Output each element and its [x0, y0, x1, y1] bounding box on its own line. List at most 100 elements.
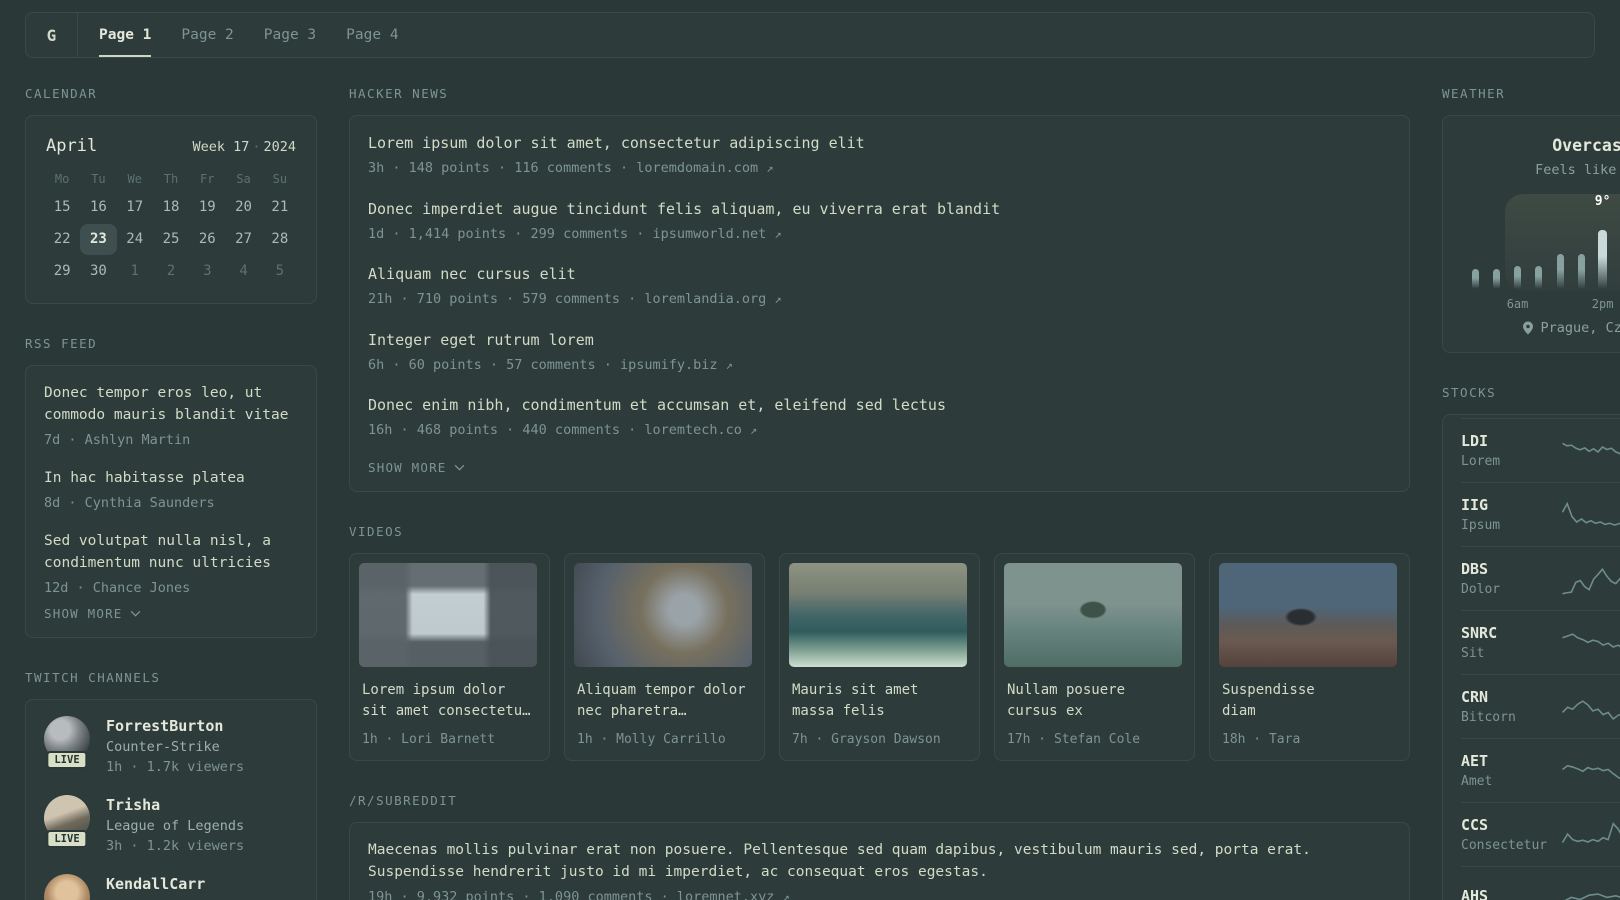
twitch-channel-name[interactable]: KendallCarr	[106, 875, 205, 893]
weather-hour-column	[1467, 194, 1483, 312]
left-column: CALENDAR April Week 17 · 2024 Mo Tu We Th Fr Sa…	[25, 86, 317, 900]
weather-hour-column: 9° 2pm	[1592, 194, 1614, 312]
calendar-day: 16	[89, 199, 107, 215]
subreddit-post-domain[interactable]: loremnet.xyz	[677, 889, 775, 900]
rss-item-title[interactable]: Donec tempor eros leo, ut commodo mauris…	[44, 382, 298, 427]
calendar-day: 1	[130, 263, 139, 279]
weather-current-temp: 9°	[1594, 194, 1611, 209]
stock-sparkline	[1561, 753, 1620, 789]
video-thumbnail[interactable]	[359, 562, 537, 667]
hackernews-item: Donec enim nibh, condimentum et accumsan…	[368, 394, 1391, 441]
video-title[interactable]: Aliquam tempor dolor nec pharetra…	[577, 680, 752, 723]
video-thumbnail[interactable]	[1219, 562, 1397, 667]
stocks-section: STOCKS LDI Lorem +4.35% $795.18	[1442, 385, 1620, 900]
weather-hour-column	[1488, 194, 1504, 312]
stock-name: Dolor	[1461, 582, 1501, 597]
hackernews-item-domain[interactable]: loremlandia.org	[644, 291, 766, 307]
external-link-icon: ↗	[782, 889, 790, 900]
stock-identity: CCS Consectetur	[1461, 816, 1561, 853]
calendar-section: CALENDAR April Week 17 · 2024 Mo Tu We Th Fr Sa…	[25, 86, 317, 304]
subreddit-post-meta: 19h · 9,932 points · 1,090 comments · lo…	[368, 887, 1391, 900]
twitch-channel-info: ForrestBurton Counter-Strike 1h · 1.7k v…	[106, 716, 244, 775]
weather-location: Prague, Czechia	[1540, 320, 1620, 336]
subreddit-post-title[interactable]: Maecenas mollis pulvinar erat non posuer…	[368, 839, 1391, 884]
video-card: Lorem ipsum dolor sit amet consectetu… 1…	[349, 552, 550, 761]
calendar-weekday-row: Mo Tu We Th Fr Sa Su	[44, 172, 298, 186]
twitch-channel-row[interactable]: LIVE KendallCarr	[44, 874, 298, 900]
hackernews-show-more-button[interactable]: SHOW MORE	[368, 460, 465, 475]
stock-sparkline	[1561, 817, 1620, 853]
calendar-day: 22	[53, 231, 71, 247]
hackernews-item-stats: 1d · 1,414 points · 299 comments ·	[368, 225, 653, 242]
rss-item-title[interactable]: In hac habitasse platea	[44, 467, 298, 489]
stock-identity: DBS Dolor	[1461, 560, 1561, 597]
weather-bar	[1514, 266, 1522, 289]
hackernews-item-domain[interactable]: loremdomain.com	[636, 160, 758, 176]
hackernews-item-domain[interactable]: ipsumworld.net	[652, 226, 766, 242]
stock-identity: AET Amet	[1461, 752, 1561, 789]
hackernews-item-domain[interactable]: ipsumify.biz	[620, 357, 718, 373]
page-tab[interactable]: Page 4	[331, 13, 413, 57]
video-title[interactable]: Nullam posuere cursus ex	[1007, 680, 1182, 723]
rss-item-title[interactable]: Sed volutpat nulla nisl, a condimentum n…	[44, 530, 298, 575]
hackernews-item: Aliquam nec cursus elit 21h · 710 points…	[368, 263, 1391, 310]
external-link-icon: ↗	[725, 357, 733, 372]
calendar-day: 21	[271, 199, 289, 215]
weather-bar-area	[1492, 213, 1500, 289]
twitch-channel-row[interactable]: LIVE ForrestBurton Counter-Strike 1h · 1…	[44, 716, 298, 775]
hackernews-item-meta: 3h · 148 points · 116 comments · loremdo…	[368, 158, 1391, 178]
rss-show-more-button[interactable]: SHOW MORE	[44, 606, 141, 621]
rss-item-meta: 12d · Chance Jones	[44, 579, 191, 596]
hackernews-item-title[interactable]: Lorem ipsum dolor sit amet, consectetur …	[368, 132, 1391, 155]
calendar-day: 17	[126, 199, 144, 215]
calendar-day: 4	[239, 263, 248, 279]
video-thumbnail[interactable]	[789, 562, 967, 667]
logo[interactable]: G	[26, 13, 78, 57]
twitch-channel-name[interactable]: Trisha	[106, 796, 244, 814]
video-meta: 1h · Molly Carrillo	[577, 731, 726, 747]
stock-row: LDI Lorem +4.35% $795.18	[1461, 418, 1620, 482]
twitch-viewers: 3h · 1.2k viewers	[106, 838, 245, 855]
rss-card: Donec tempor eros leo, ut commodo mauris…	[25, 365, 317, 639]
calendar-day: 19	[198, 199, 216, 215]
stock-ticker: CCS	[1461, 816, 1489, 834]
page-tab[interactable]: Page 1	[84, 13, 166, 57]
rss-item-meta: 8d · Cynthia Saunders	[44, 494, 215, 511]
weather-hour-column	[1531, 194, 1547, 312]
section-title-videos: VIDEOS	[349, 523, 404, 539]
avatar: LIVE	[44, 874, 90, 900]
video-title[interactable]: Suspendisse diam	[1222, 680, 1397, 723]
videos-section: VIDEOS Lorem ipsum dolor sit amet consec…	[349, 524, 1410, 761]
hackernews-item-title[interactable]: Donec enim nibh, condimentum et accumsan…	[368, 394, 1391, 417]
twitch-channel-name[interactable]: ForrestBurton	[106, 717, 244, 735]
hackernews-item-title[interactable]: Aliquam nec cursus elit	[368, 263, 1391, 286]
hackernews-item-domain[interactable]: loremtech.co	[644, 422, 742, 438]
columns-grid: CALENDAR April Week 17 · 2024 Mo Tu We Th Fr Sa…	[25, 86, 1620, 900]
videos-carousel[interactable]: Lorem ipsum dolor sit amet consectetu… 1…	[349, 552, 1410, 761]
video-title[interactable]: Lorem ipsum dolor sit amet consectetu…	[362, 680, 537, 723]
weather-bars: 6am 9° 2pm	[1467, 194, 1620, 312]
weekday-label: We	[127, 172, 142, 186]
twitch-channel-info: Trisha League of Legends 3h · 1.2k viewe…	[106, 795, 244, 854]
calendar-day: 23	[80, 224, 117, 255]
calendar-day: 30	[89, 263, 107, 279]
video-thumbnail[interactable]	[1004, 562, 1182, 667]
section-title-stocks: STOCKS	[1442, 385, 1497, 400]
chevron-down-icon	[130, 610, 140, 617]
calendar-day: 20	[235, 199, 252, 215]
twitch-channel-row[interactable]: LIVE Trisha League of Legends 3h · 1.2k …	[44, 795, 298, 854]
weekday-label: Su	[272, 172, 288, 186]
calendar-month: April	[46, 136, 98, 156]
calendar-day: 18	[162, 199, 180, 215]
section-title-calendar: CALENDAR	[25, 86, 98, 101]
hackernews-item-title[interactable]: Integer eget rutrum lorem	[368, 329, 1391, 352]
page-tab[interactable]: Page 2	[166, 13, 248, 57]
video-card: Suspendisse diam 18h · Tara	[1209, 552, 1410, 761]
hackernews-item-title[interactable]: Donec imperdiet augue tincidunt felis al…	[368, 198, 1391, 221]
video-title[interactable]: Mauris sit amet massa felis	[792, 680, 967, 723]
rss-section: RSS FEED Donec tempor eros leo, ut commo…	[25, 336, 317, 639]
page-tab[interactable]: Page 3	[249, 13, 331, 57]
video-thumbnail[interactable]	[574, 562, 752, 667]
weather-bar-area	[1556, 213, 1564, 289]
weather-card: Overcast Feels like 5°C	[1442, 115, 1620, 353]
